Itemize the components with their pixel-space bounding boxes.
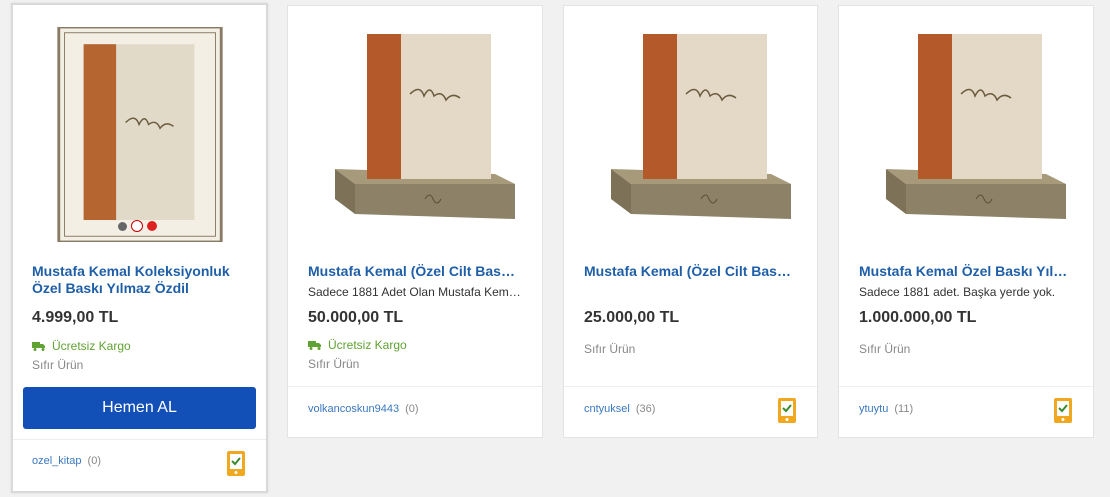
divider (564, 386, 817, 387)
product-condition: Sıfır Ürün (32, 358, 84, 372)
product-condition: Sıfır Ürün (308, 357, 360, 371)
product-title[interactable]: Mustafa Kemal (Özel Cilt Bas… (308, 263, 528, 280)
mobile-verified-icon (227, 451, 245, 476)
seller-name[interactable]: volkancoskun9443 (308, 403, 399, 415)
truck-icon (308, 341, 321, 350)
product-description: Sadece 1881 adet. Başka yerde yok. (859, 285, 1056, 299)
cargo-label: Ücretsiz Kargo (52, 339, 131, 353)
product-price: 4.999,00 TL (32, 309, 119, 326)
product-price: 25.000,00 TL (584, 309, 680, 326)
product-condition: Sıfır Ürün (859, 342, 911, 356)
image-carousel-dots[interactable] (118, 220, 157, 232)
buy-now-button[interactable]: Hemen AL (23, 387, 256, 429)
divider (288, 386, 542, 387)
product-title[interactable]: Mustafa Kemal Özel Baskı Yıl… (859, 263, 1079, 280)
product-card[interactable]: Mustafa Kemal Koleksiyonluk Özel Baskı Y… (11, 3, 268, 493)
product-price: 1.000.000,00 TL (859, 309, 977, 326)
product-image[interactable] (564, 24, 817, 249)
seller-rating-count: (0) (405, 403, 419, 415)
cargo-label: Ücretsiz Kargo (328, 338, 407, 352)
mobile-verified-icon (1054, 398, 1072, 423)
seller-rating-count: (0) (87, 455, 101, 467)
book-image (591, 24, 791, 224)
seller-name[interactable]: ozel_kitap (32, 455, 82, 467)
divider (13, 439, 266, 440)
product-image[interactable] (288, 24, 542, 249)
mobile-verified-icon (778, 398, 796, 423)
product-title[interactable]: Mustafa Kemal (Özel Cilt Bas… (584, 263, 803, 280)
product-grid: Mustafa Kemal Koleksiyonluk Özel Baskı Y… (0, 0, 1110, 497)
truck-icon (32, 342, 45, 351)
product-card[interactable]: Mustafa Kemal Özel Baskı Yıl… Sadece 188… (838, 5, 1094, 438)
product-card[interactable]: Mustafa Kemal (Özel Cilt Bas… Sadece 188… (287, 5, 543, 438)
product-card[interactable]: Mustafa Kemal (Özel Cilt Bas… 25.000,00 … (563, 5, 818, 438)
product-condition: Sıfır Ürün (584, 342, 636, 356)
seller-info: cntyuksel (36) (584, 403, 655, 415)
seller-info: ozel_kitap (0) (32, 455, 101, 467)
seller-rating-count: (36) (635, 403, 656, 415)
seller-name[interactable]: cntyuksel (584, 403, 630, 415)
carousel-dot-icon[interactable] (147, 221, 157, 231)
book-image (55, 27, 225, 242)
free-cargo-badge: Ücretsiz Kargo (308, 338, 407, 352)
book-image (315, 24, 515, 224)
seller-name[interactable]: ytuytu (859, 403, 888, 415)
product-image[interactable] (839, 24, 1093, 249)
product-image[interactable] (13, 27, 266, 252)
seller-info: ytuytu (11) (859, 403, 913, 415)
book-image (866, 24, 1066, 224)
product-title[interactable]: Mustafa Kemal Koleksiyonluk Özel Baskı Y… (32, 263, 252, 297)
carousel-dot-icon[interactable] (131, 220, 143, 232)
carousel-dot-icon[interactable] (118, 221, 127, 231)
product-price: 50.000,00 TL (308, 309, 404, 326)
divider (839, 386, 1093, 387)
product-description: Sadece 1881 Adet Olan Mustafa Kem… (308, 285, 521, 299)
seller-info: volkancoskun9443 (0) (308, 403, 419, 415)
seller-rating-count: (11) (894, 403, 914, 415)
free-cargo-badge: Ücretsiz Kargo (32, 339, 131, 353)
